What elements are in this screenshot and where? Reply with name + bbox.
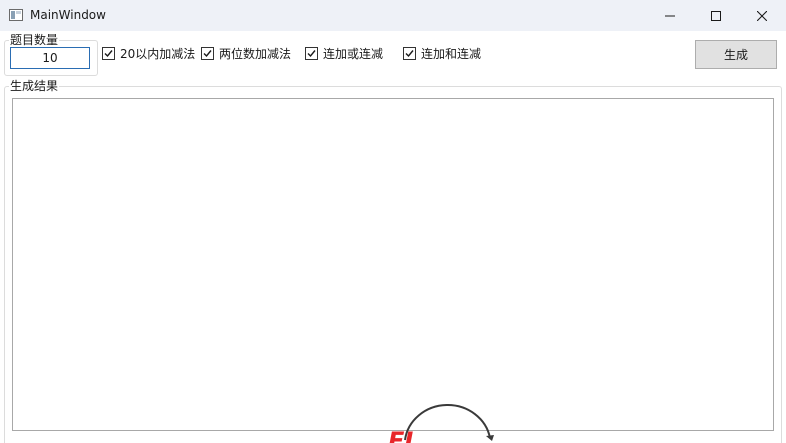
svg-text:EL: EL <box>388 427 420 443</box>
checkbox-box[interactable] <box>201 46 214 60</box>
checkmark-icon <box>203 49 212 57</box>
watermark-logo-icon: EL <box>385 400 500 443</box>
option-checkbox-two-digit[interactable]: 两位数加减法 <box>201 45 291 61</box>
option-checkbox-add-or-sub-chain[interactable]: 连加或连减 <box>305 45 383 61</box>
option-checkbox-add-and-sub-chain[interactable]: 连加和连减 <box>403 45 481 61</box>
window-title: MainWindow <box>30 8 106 22</box>
close-button[interactable] <box>739 0 785 31</box>
app-window-icon <box>9 9 23 21</box>
count-group-label: 题目数量 <box>9 33 60 47</box>
option-checkbox-within-20[interactable]: 20以内加减法 <box>102 45 195 61</box>
minimize-icon <box>665 15 675 16</box>
checkbox-box[interactable] <box>102 46 115 60</box>
checkmark-icon <box>307 49 316 57</box>
title-bar[interactable]: MainWindow <box>0 0 786 31</box>
checkbox-box[interactable] <box>403 46 416 60</box>
maximize-button[interactable] <box>693 0 739 31</box>
option-label: 连加和连减 <box>421 46 482 61</box>
checkmark-icon <box>104 49 113 57</box>
checkbox-box[interactable] <box>305 46 318 60</box>
close-icon <box>757 10 767 21</box>
result-textbox[interactable] <box>12 98 774 431</box>
maximize-icon <box>711 10 721 21</box>
option-label: 20以内加减法 <box>120 46 196 61</box>
checkmark-icon <box>405 49 414 57</box>
option-label: 两位数加减法 <box>219 46 292 61</box>
option-label: 连加或连减 <box>323 46 384 61</box>
generate-button[interactable]: 生成 <box>695 40 777 69</box>
question-count-input[interactable] <box>10 47 90 69</box>
result-group-label: 生成结果 <box>9 79 60 93</box>
minimize-button[interactable] <box>647 0 693 31</box>
